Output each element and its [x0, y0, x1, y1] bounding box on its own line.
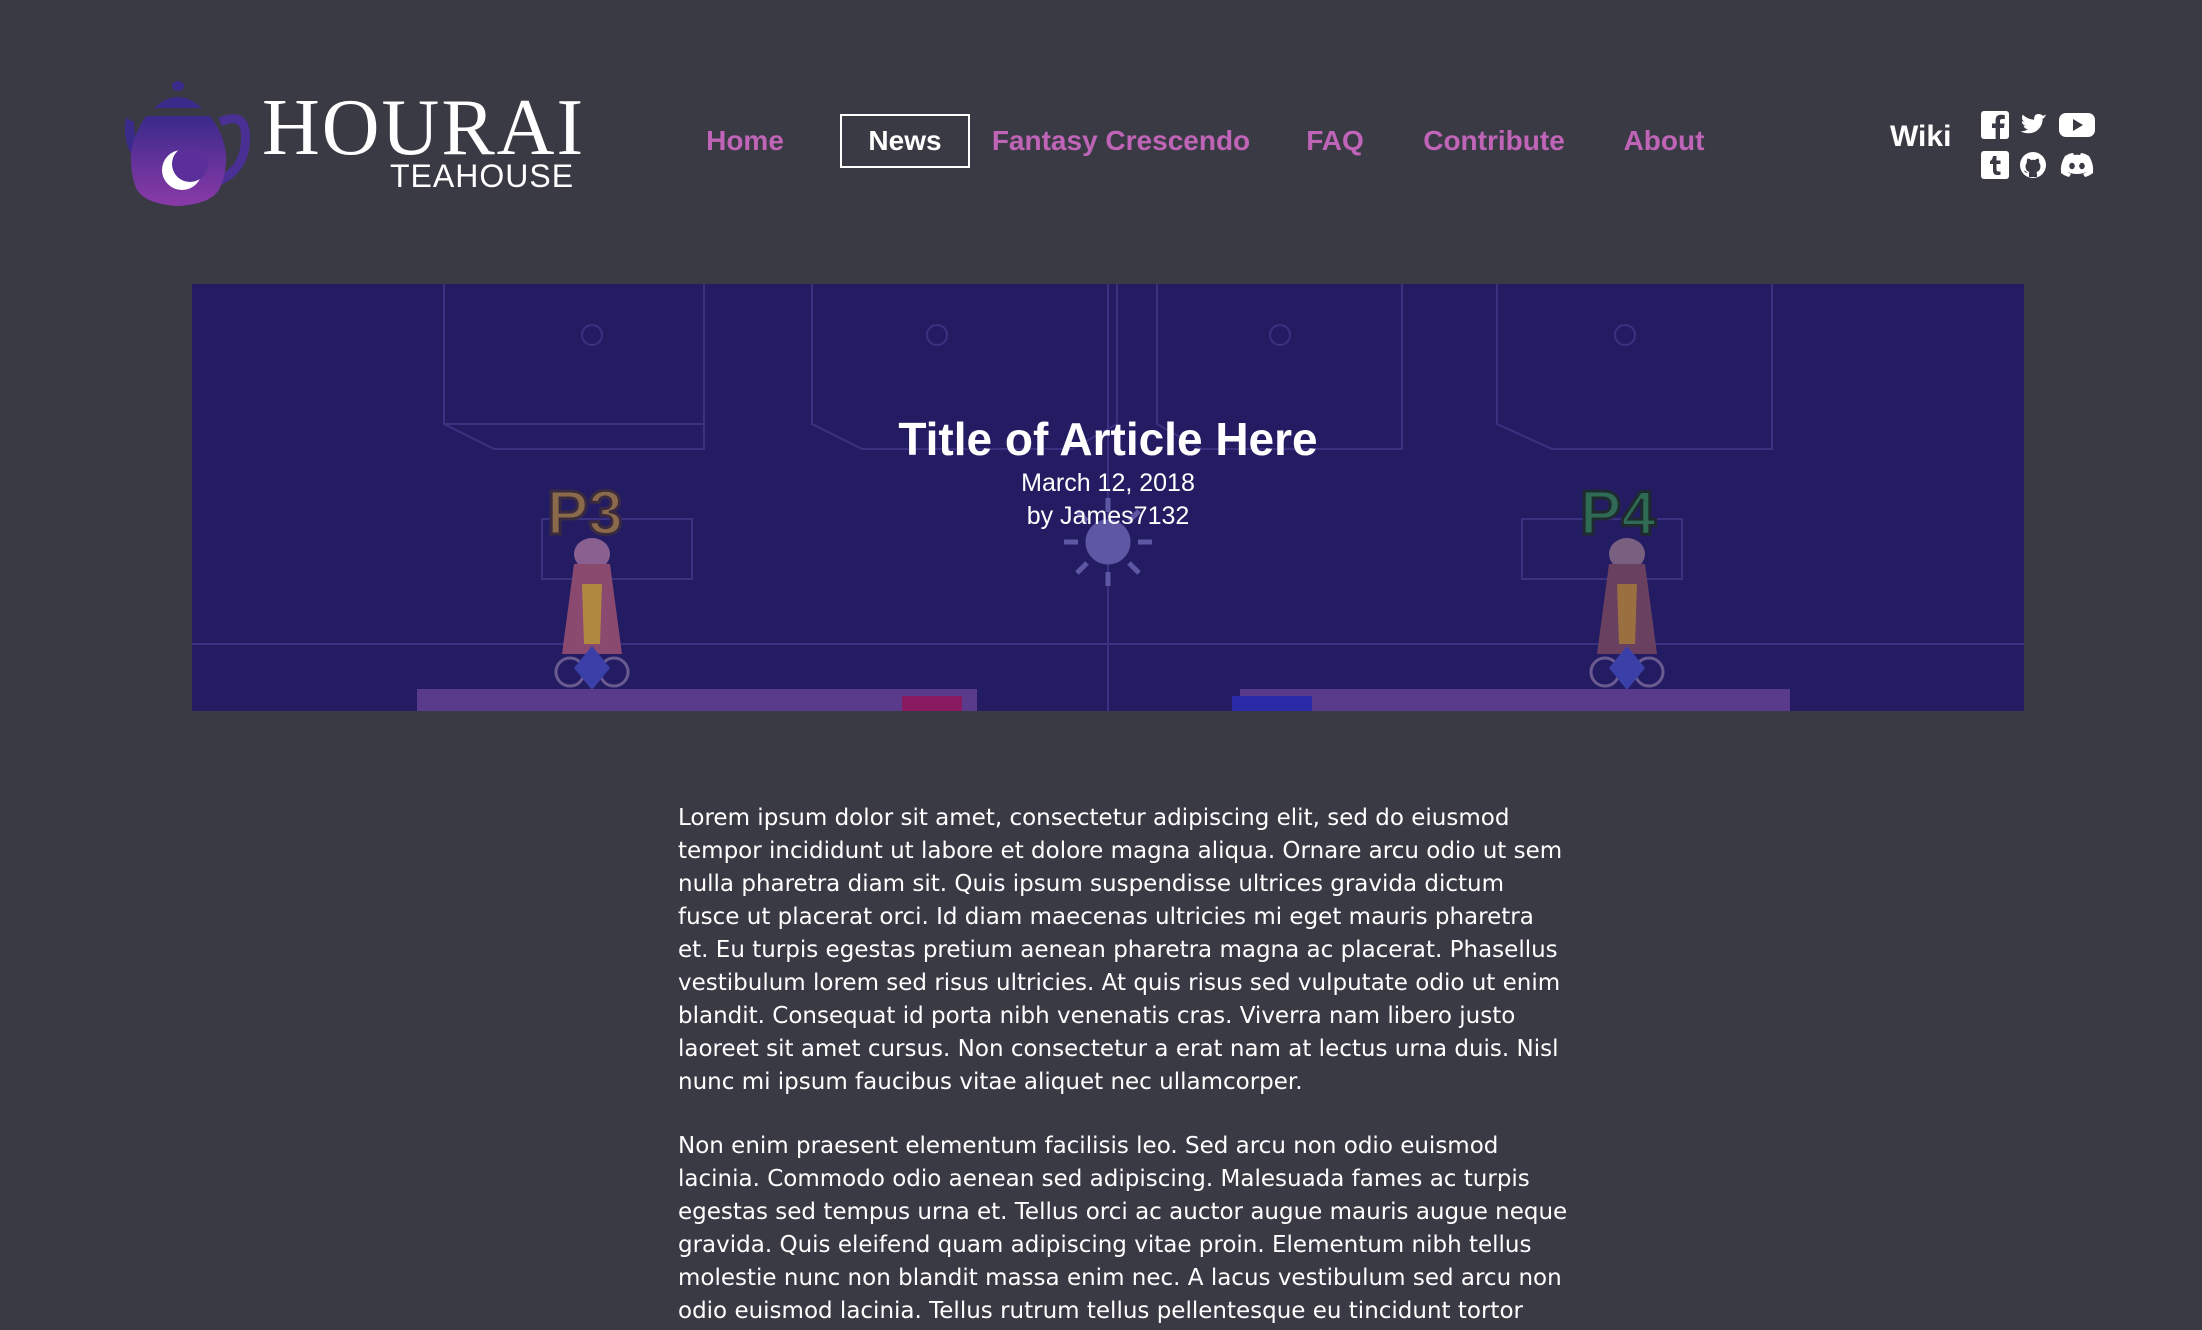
nav-item-contribute[interactable]: Contribute [1414, 114, 1574, 168]
wiki-link[interactable]: Wiki [1890, 120, 1951, 164]
discord-icon[interactable] [2058, 150, 2096, 180]
hero-text: Title of Article Here March 12, 2018 by … [192, 412, 2024, 532]
github-icon[interactable] [2018, 150, 2048, 180]
youtube-icon[interactable] [2058, 110, 2096, 140]
twitter-icon[interactable] [2018, 110, 2048, 140]
nav-item-home[interactable]: Home [695, 114, 795, 168]
logo-subtitle: TEAHOUSE [390, 158, 575, 194]
nav-item-faq[interactable]: FAQ [1300, 114, 1370, 168]
site-logo[interactable]: HOURAI TEAHOUSE [116, 78, 583, 212]
article-paragraph: Lorem ipsum dolor sit amet, consectetur … [678, 805, 1563, 1095]
article-date: March 12, 2018 [1021, 469, 1195, 498]
article-author: by James7132 [1026, 501, 1190, 530]
nav-item-news[interactable]: News [840, 114, 970, 168]
article-paragraph: Non enim praesent elementum facilisis le… [678, 1133, 1568, 1324]
nav-item-fantasy-crescendo[interactable]: Fantasy Crescendo [988, 114, 1254, 168]
social-links [1978, 108, 2098, 182]
article-hero-banner: P3 P4 Title of Article Here March 12, 20… [192, 284, 2024, 711]
character-right [1589, 538, 1665, 690]
article-title: Title of Article Here [898, 413, 1318, 465]
character-left [554, 538, 630, 690]
page: HOURAI TEAHOUSE Home News Fantasy Cresce… [0, 0, 2202, 1330]
tumblr-icon[interactable] [1980, 150, 2010, 180]
logo-title: HOURAI [262, 84, 586, 172]
facebook-icon[interactable] [1980, 110, 2010, 140]
teapot-logo-icon [124, 81, 251, 206]
article-body: Lorem ipsum dolor sit amet, consectetur … [678, 802, 1570, 1330]
nav-item-about[interactable]: About [1614, 114, 1714, 168]
